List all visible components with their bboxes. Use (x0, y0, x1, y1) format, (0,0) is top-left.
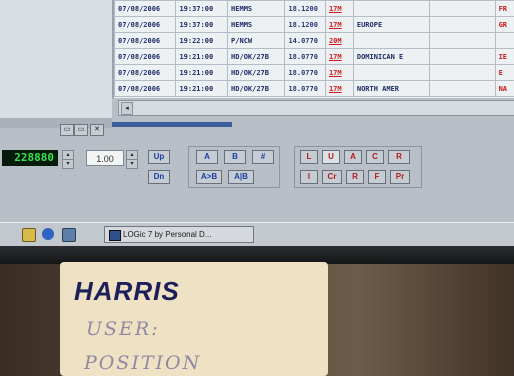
note-cell (428, 0, 496, 17)
vfo-split-button[interactable]: A|B (228, 170, 254, 184)
mode-lsb-button[interactable]: L (300, 150, 318, 164)
close-button[interactable]: ✕ (90, 124, 104, 136)
table-row[interactable]: 07/08/2006 19:21:00 HD/OK/27B 18.0770 17M NOR… (113, 80, 514, 97)
frequency-cell: 18.0770 (284, 80, 326, 97)
mode-isb-button[interactable]: I (300, 170, 318, 184)
region-cell (352, 32, 430, 49)
vfo-hash-button[interactable]: # (252, 150, 274, 164)
time-cell: 19:21:00 (175, 48, 229, 65)
note-cell (428, 48, 496, 65)
country-cell: E (494, 64, 514, 81)
callsign-cell: HD/OK/27B (227, 80, 286, 97)
mode-am-button[interactable]: A (344, 150, 362, 164)
scroll-left-icon[interactable]: ◂ (121, 102, 133, 115)
region-cell: NORTH AMER (352, 80, 430, 97)
date-cell: 07/08/2006 (113, 16, 177, 33)
date-cell: 07/08/2006 (113, 0, 177, 17)
time-cell: 19:21:00 (175, 64, 229, 81)
band-cell: 20M (324, 32, 354, 49)
table-row[interactable]: 07/08/2006 19:22:00 P/NCW 14.0770 20M (113, 32, 514, 49)
note-cell (428, 80, 496, 97)
callsign-cell: HEMMS (227, 16, 286, 33)
band-cell: 17M (324, 80, 354, 97)
panel-title-bar[interactable] (112, 122, 232, 127)
time-cell: 19:37:00 (175, 0, 229, 17)
table-row[interactable]: 07/08/2006 19:37:00 HEMMS 18.1200 17M EUROPE G… (113, 16, 514, 33)
mode-pr-button[interactable]: Pr (390, 170, 410, 184)
region-cell (352, 0, 430, 17)
country-cell: GR (494, 16, 514, 33)
folder-icon[interactable] (22, 228, 36, 242)
mode-cw-button[interactable]: C (366, 150, 384, 164)
country-cell: NA (494, 80, 514, 97)
note-cell (428, 32, 496, 49)
callsign-cell: HEMMS (227, 0, 286, 17)
taskbar-app-button[interactable]: LOGic 7 by Personal D... (104, 226, 254, 243)
app-icon (109, 230, 121, 241)
time-cell: 19:21:00 (175, 80, 229, 97)
monitor-screen: 07/08/2006 19:37:00 HEMMS 18.1200 17M FR 07/08… (0, 0, 514, 262)
frequency-cell: 18.1200 (284, 0, 326, 17)
note-cell (428, 16, 496, 33)
date-cell: 07/08/2006 (113, 80, 177, 97)
date-cell: 07/08/2006 (113, 32, 177, 49)
band-cell: 17M (324, 48, 354, 65)
callsign-cell: HD/OK/27B (227, 64, 286, 81)
harris-logo: HARRIS (74, 276, 180, 306)
taskbar-app-label: LOGic 7 by Personal D... (123, 230, 212, 239)
region-cell: EUROPE (352, 16, 430, 33)
log-table: 07/08/2006 19:37:00 HEMMS 18.1200 17M FR 07/08… (113, 0, 514, 97)
taskbar: LOGic 7 by Personal D... (0, 222, 514, 247)
band-cell: 17M (324, 64, 354, 81)
band-cell: 17M (324, 0, 354, 17)
vfo-copy-button[interactable]: A>B (196, 170, 222, 184)
country-cell (494, 32, 514, 49)
mode-usb-button[interactable]: U (322, 150, 340, 164)
frequency-cell: 18.1200 (284, 16, 326, 33)
harris-sticker: HARRIS USER: POSITION (60, 262, 328, 376)
browser-icon[interactable] (42, 228, 54, 240)
log-grid: 07/08/2006 19:37:00 HEMMS 18.1200 17M FR 07/08… (112, 0, 514, 98)
region-cell: DOMINICAN E (352, 48, 430, 65)
handwritten-position: POSITION (84, 352, 202, 374)
frequency-cell: 14.0770 (284, 32, 326, 49)
note-cell (428, 64, 496, 81)
frequency-spin-down[interactable]: ▾ (62, 159, 74, 169)
step-spin-down[interactable]: ▾ (126, 159, 138, 169)
restore-button[interactable]: ▭ (74, 124, 88, 136)
callsign-cell: HD/OK/27B (227, 48, 286, 65)
frequency-cell: 18.0770 (284, 48, 326, 65)
desktop-icon[interactable] (62, 228, 76, 242)
band-cell: 17M (324, 16, 354, 33)
vfo-b-button[interactable]: B (224, 150, 246, 164)
country-cell: IE (494, 48, 514, 65)
handwritten-user: USER: (86, 318, 160, 340)
step-input[interactable]: 1.00 (86, 150, 124, 166)
left-pane (0, 0, 112, 118)
frequency-cell: 18.0770 (284, 64, 326, 81)
table-row[interactable]: 07/08/2006 19:21:00 HD/OK/27B 18.0770 17M E (113, 64, 514, 81)
time-cell: 19:22:00 (175, 32, 229, 49)
region-cell (352, 64, 430, 81)
time-cell: 19:37:00 (175, 16, 229, 33)
horizontal-scrollbar[interactable]: ◂ (118, 100, 514, 116)
mode-cr-button[interactable]: Cr (322, 170, 342, 184)
up-button[interactable]: Up (148, 150, 170, 164)
date-cell: 07/08/2006 (113, 48, 177, 65)
table-row[interactable]: 07/08/2006 19:21:00 HD/OK/27B 18.0770 17M DOM… (113, 48, 514, 65)
country-cell: FR (494, 0, 514, 17)
mode-fm-button[interactable]: F (368, 170, 386, 184)
frequency-display[interactable]: 228880 (2, 150, 58, 166)
table-row[interactable]: 07/08/2006 19:37:00 HEMMS 18.1200 17M FR (113, 0, 514, 17)
mode-r-button[interactable]: R (346, 170, 364, 184)
date-cell: 07/08/2006 (113, 64, 177, 81)
minimize-button[interactable]: ▭ (60, 124, 74, 136)
down-button[interactable]: Dn (148, 170, 170, 184)
callsign-cell: P/NCW (227, 32, 286, 49)
vfo-a-button[interactable]: A (196, 150, 218, 164)
mode-rtty-button[interactable]: R (388, 150, 410, 164)
